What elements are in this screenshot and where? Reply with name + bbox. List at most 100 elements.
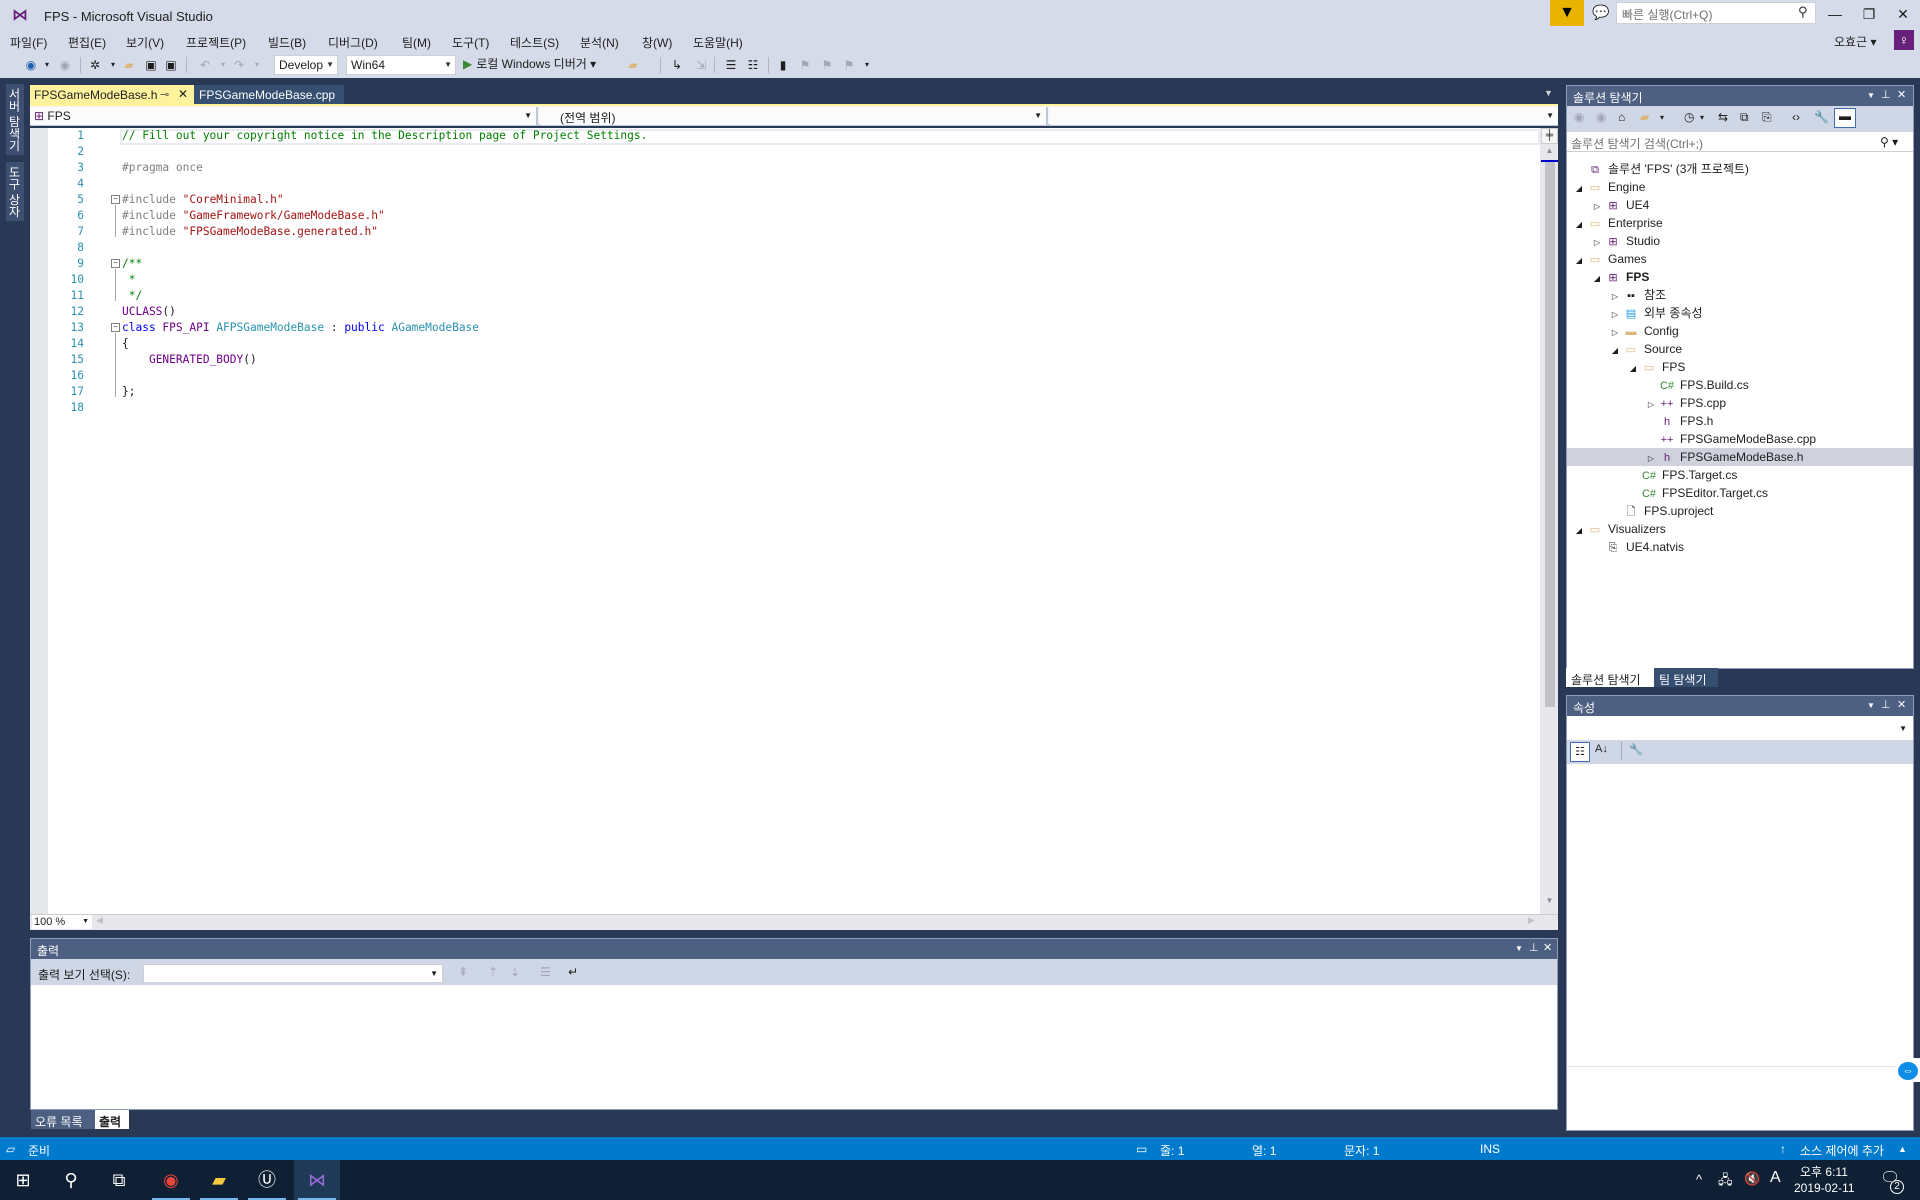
code-line[interactable]: 3 #pragma once bbox=[48, 160, 203, 176]
view-code-icon[interactable]: ‹› bbox=[1792, 110, 1800, 124]
menu-project[interactable]: 프로젝트(P) bbox=[186, 34, 246, 51]
tab-error-list[interactable]: 오류 목록 bbox=[31, 1110, 95, 1129]
back-icon[interactable]: ◉ bbox=[1574, 110, 1584, 124]
menu-build[interactable]: 빌드(B) bbox=[268, 34, 306, 51]
tree-item[interactable]: ▷ ⊞ Studio bbox=[1590, 232, 1660, 250]
expanded-arrow-icon[interactable]: ◢ bbox=[1608, 342, 1622, 360]
code-line[interactable]: 2 bbox=[48, 144, 84, 160]
step-into-icon[interactable]: ⇲ bbox=[692, 56, 710, 74]
code-line[interactable]: 14 { bbox=[48, 336, 129, 352]
close-button[interactable]: ✕ bbox=[1886, 2, 1920, 26]
solution-explorer-search-input[interactable]: 솔루션 탐색기 검색(Ctrl+;) bbox=[1567, 133, 1913, 152]
add-to-source-control-button[interactable]: 소스 제어에 추가 bbox=[1800, 1142, 1884, 1159]
tab-team-explorer[interactable]: 팀 탐색기 bbox=[1654, 668, 1718, 687]
feedback-icon[interactable]: 💬 bbox=[1592, 4, 1609, 21]
step-over-icon[interactable]: ↳ bbox=[668, 56, 686, 74]
expanded-arrow-icon[interactable]: ◢ bbox=[1626, 360, 1640, 378]
uncomment-icon[interactable]: ☷ bbox=[744, 56, 762, 74]
task-view-icon[interactable]: ⧉ bbox=[96, 1160, 142, 1200]
member-dropdown[interactable]: ▼ bbox=[1050, 107, 1558, 125]
window-position-icon[interactable]: ▼ bbox=[1515, 944, 1523, 953]
menu-help[interactable]: 도움말(H) bbox=[693, 34, 743, 51]
code-line[interactable]: 6 #include "GameFramework/GameModeBase.h" bbox=[48, 208, 384, 224]
forward-icon[interactable]: ◉ bbox=[1596, 110, 1606, 124]
chrome-icon[interactable]: ◉ bbox=[148, 1160, 194, 1200]
tree-item[interactable]: ◢ ▭ Games bbox=[1572, 250, 1647, 268]
code-line[interactable]: 9 −/** bbox=[48, 256, 142, 272]
menu-debug[interactable]: 디버그(D) bbox=[328, 34, 378, 51]
volume-muted-icon[interactable]: 🔇 bbox=[1744, 1171, 1760, 1187]
menu-view[interactable]: 보기(V) bbox=[126, 34, 164, 51]
project-dropdown[interactable]: ⊞ FPS ▼ bbox=[30, 107, 538, 125]
horizontal-scrollbar[interactable] bbox=[30, 914, 1558, 930]
navigate-back-dropdown-icon[interactable]: ▾ bbox=[38, 56, 56, 74]
properties-description-divider[interactable] bbox=[1567, 1066, 1913, 1067]
save-icon[interactable]: ▣ bbox=[142, 56, 160, 74]
window-position-icon[interactable]: ▼ bbox=[1867, 701, 1875, 710]
show-all-files-icon[interactable]: ⎘ bbox=[1762, 110, 1772, 125]
close-icon[interactable]: ✕ bbox=[1897, 88, 1906, 101]
restore-button[interactable]: ❐ bbox=[1852, 2, 1886, 26]
tree-item[interactable]: C# FPSEditor.Target.cs bbox=[1626, 484, 1768, 502]
scope-dropdown[interactable]: (전역 범위) ▼ bbox=[540, 107, 1048, 125]
tree-item[interactable]: 🗋 FPS.uproject bbox=[1608, 502, 1714, 520]
toolbox-tab[interactable]: 도구 상자 bbox=[6, 162, 24, 222]
show-hidden-icons[interactable]: ^ bbox=[1696, 1172, 1702, 1187]
start-debugging-button[interactable]: ▶ 로컬 Windows 디버거 ▾ bbox=[463, 55, 596, 72]
file-explorer-icon[interactable]: ▰ bbox=[196, 1160, 242, 1200]
tree-item[interactable]: ▷ ▪▪ 참조 bbox=[1608, 286, 1666, 304]
pending-changes-filter-icon[interactable]: ◷ bbox=[1684, 110, 1694, 124]
code-line[interactable]: 17}; bbox=[48, 384, 136, 400]
indicator-margin[interactable] bbox=[30, 128, 48, 914]
split-window-button[interactable]: ╪ bbox=[1541, 128, 1558, 144]
expanded-arrow-icon[interactable]: ◢ bbox=[1572, 252, 1586, 270]
collapse-region-icon[interactable]: − bbox=[111, 195, 120, 204]
tab-overflow-icon[interactable]: ▼ bbox=[1544, 88, 1553, 98]
tree-item[interactable]: C# FPS.Build.cs bbox=[1644, 376, 1749, 394]
expanded-arrow-icon[interactable]: ◢ bbox=[1572, 522, 1586, 540]
tree-item[interactable]: ◢ ▭ Source bbox=[1608, 340, 1682, 358]
search-icon[interactable]: ⚲ bbox=[1798, 4, 1808, 20]
clear-bookmarks-icon[interactable]: ⚑ bbox=[840, 56, 858, 74]
output-source-select[interactable]: ▼ bbox=[143, 964, 443, 983]
visual-studio-taskbar-icon[interactable]: ⋈ bbox=[294, 1160, 340, 1200]
upload-icon[interactable]: ↑ bbox=[1780, 1142, 1786, 1156]
configuration-select[interactable]: Develop ▼ bbox=[274, 55, 338, 75]
pin-icon[interactable]: ⊥ bbox=[1529, 941, 1539, 954]
find-message-icon[interactable]: ⇞ bbox=[458, 965, 468, 979]
server-explorer-tab[interactable]: 서버 탐색기 bbox=[6, 84, 24, 156]
home-icon[interactable]: ⌂ bbox=[1618, 110, 1625, 124]
save-all-icon[interactable]: ▣ bbox=[162, 56, 180, 74]
previous-message-icon[interactable]: ⇡ bbox=[488, 965, 498, 979]
tree-item[interactable]: ◢ ▭ Enterprise bbox=[1572, 214, 1663, 232]
collapse-all-icon[interactable]: ⧉ bbox=[1740, 110, 1749, 125]
unreal-engine-icon[interactable]: Ⓤ bbox=[244, 1160, 290, 1200]
undo-icon[interactable]: ↶ bbox=[196, 56, 214, 74]
avatar[interactable]: ♀ bbox=[1894, 30, 1914, 50]
scroll-down-icon[interactable]: ▼ bbox=[1541, 896, 1558, 910]
pin-icon[interactable]: ⊸ bbox=[160, 88, 169, 101]
preview-selected-items-icon[interactable]: ▬ bbox=[1834, 108, 1856, 128]
tree-item[interactable]: ▷ h FPSGameModeBase.h bbox=[1567, 448, 1913, 466]
new-project-icon[interactable]: ✲ bbox=[86, 56, 104, 74]
code-line[interactable]: 18 bbox=[48, 400, 84, 416]
word-wrap-icon[interactable]: ↵ bbox=[568, 965, 578, 979]
redo-icon[interactable]: ↷ bbox=[230, 56, 248, 74]
pin-icon[interactable]: ⊥ bbox=[1881, 698, 1891, 711]
code-editor[interactable] bbox=[30, 128, 1558, 914]
properties-object-select[interactable]: ▼ bbox=[1567, 716, 1913, 740]
close-tab-icon[interactable]: ✕ bbox=[178, 87, 188, 101]
vertical-scroll-thumb[interactable] bbox=[1545, 162, 1555, 707]
code-line[interactable]: 16 bbox=[48, 368, 84, 384]
close-icon[interactable]: ✕ bbox=[1897, 698, 1906, 711]
network-icon[interactable]: 🖧 bbox=[1718, 1171, 1733, 1193]
alphabetical-icon[interactable]: A↓ bbox=[1595, 743, 1608, 755]
clock-time[interactable]: 오후 6:11 bbox=[1800, 1163, 1848, 1180]
scroll-right-icon[interactable]: ▶ bbox=[1528, 915, 1535, 926]
tab-fpsgamemodebase-cpp[interactable]: FPSGameModeBase.cpp bbox=[194, 85, 344, 105]
switch-views-icon[interactable]: ▰ bbox=[1640, 110, 1649, 124]
tree-item[interactable]: ▷ ⊞ UE4 bbox=[1590, 196, 1649, 214]
clear-all-icon[interactable]: ☰ bbox=[540, 965, 551, 979]
tree-item[interactable]: ++ FPSGameModeBase.cpp bbox=[1644, 430, 1817, 448]
find-in-files-icon[interactable]: ▰ bbox=[624, 56, 642, 74]
